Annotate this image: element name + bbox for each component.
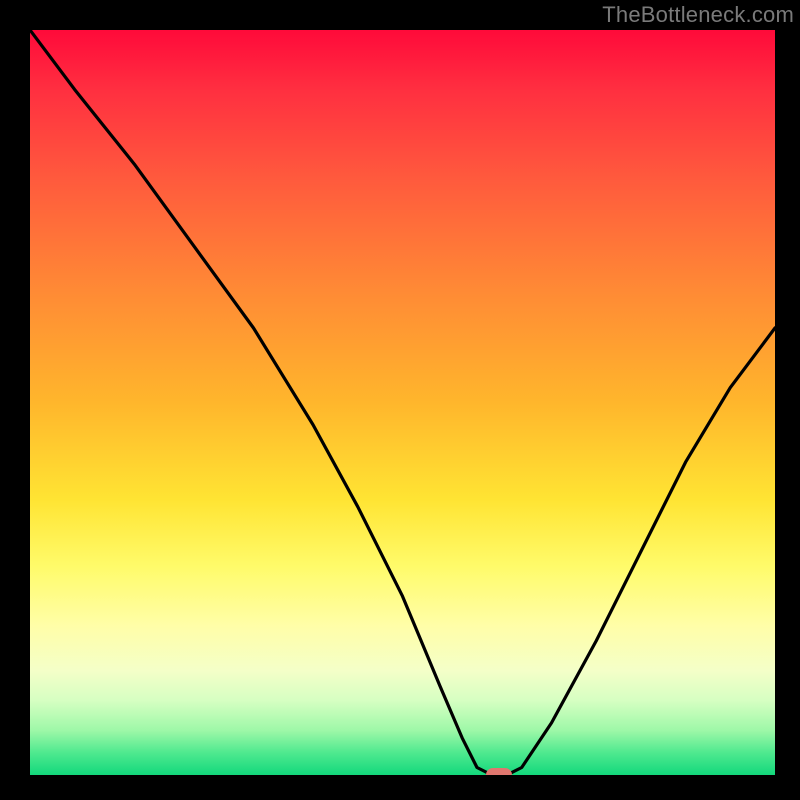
curve-path — [30, 30, 775, 775]
chart-frame: TheBottleneck.com — [0, 0, 800, 800]
bottleneck-curve — [30, 30, 775, 775]
plot-area — [30, 30, 775, 775]
optimum-marker — [486, 768, 512, 775]
watermark-text: TheBottleneck.com — [602, 2, 794, 28]
